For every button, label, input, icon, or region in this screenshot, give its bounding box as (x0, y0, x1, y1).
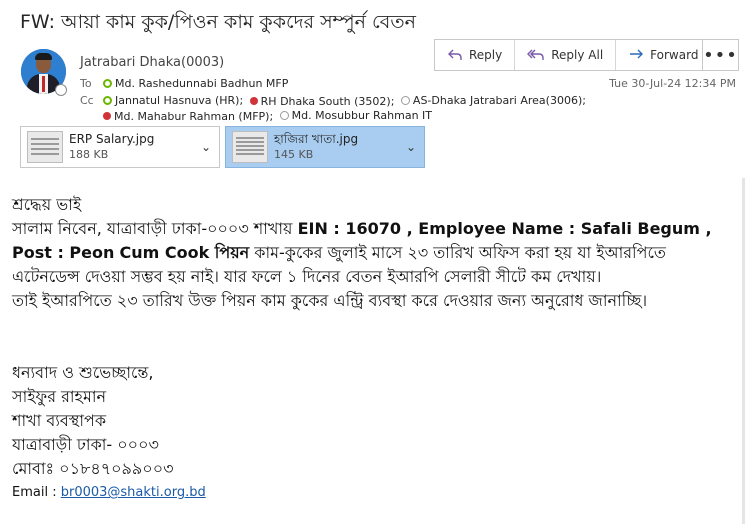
recipient[interactable]: AS-Dhaka Jatrabari Area(3006); (400, 94, 586, 107)
recipient[interactable]: RH Dhaka South (3502); (249, 95, 394, 108)
attachment-size: 145 KB (274, 148, 314, 161)
cc-recipients-line-1: Jannatul Hasnuva (HR); RH Dhaka South (3… (103, 94, 589, 108)
reply-all-icon (527, 49, 544, 60)
cc-recipients-line-2: Md. Mahabur Rahman (MFP); Md. Mosubbur R… (103, 109, 435, 123)
message-actions-toolbar: Reply Reply All Forward (434, 39, 712, 71)
presence-offline-icon (279, 111, 289, 120)
recipient[interactable]: Md. Rashedunnabi Badhun MFP (103, 77, 288, 90)
presence-available-icon (103, 96, 112, 105)
cc-label: Cc (80, 94, 94, 107)
forward-icon (630, 49, 644, 59)
attachment-size: 188 KB (69, 148, 109, 161)
presence-busy-icon (249, 97, 258, 105)
reply-icon (448, 49, 462, 60)
recipient[interactable]: Md. Mosubbur Rahman IT (279, 109, 432, 122)
signature-closing: ধন্যবাদ ও শুভেচ্ছান্তে, (12, 363, 154, 382)
presence-status-icon (55, 84, 67, 96)
recipient[interactable]: Md. Mahabur Rahman (MFP); (103, 110, 273, 123)
reply-button[interactable]: Reply (435, 40, 516, 70)
recipient[interactable]: Jannatul Hasnuva (HR); (103, 94, 243, 107)
email-link[interactable]: br0003@shakti.org.bd (61, 485, 206, 500)
sender-name[interactable]: Jatrabari Dhaka(0003) (80, 55, 224, 70)
sent-datetime: Tue 30-Jul-24 12:34 PM (609, 77, 736, 90)
to-recipients: Md. Rashedunnabi Badhun MFP (103, 77, 291, 91)
to-label: To (80, 77, 92, 90)
attachment-name: হাজিরা খাতা.jpg (274, 132, 359, 146)
signature-mobile: মোবাঃ ০১৮৪৭০৯৯০০৩ (12, 459, 174, 478)
forward-button[interactable]: Forward (616, 40, 710, 70)
more-actions-button[interactable]: ••• (702, 39, 739, 71)
chevron-down-icon[interactable]: ⌄ (201, 140, 211, 154)
email-subject: FW: আয়া কাম কুক/পিওন কাম কুকদের সম্পুর্… (20, 11, 416, 33)
image-thumbnail (27, 131, 63, 163)
body-paragraph-2: তাই ইআরপিতে ২৩ তারিখ উক্ত পিয়ন কাম কুকে… (12, 291, 648, 310)
signature-email: Email : br0003@shakti.org.bd (12, 485, 206, 500)
message-body: শ্রদ্ধেয় ভাই সালাম নিবেন, যাত্রাবাড়ী ঢ… (12, 193, 737, 505)
presence-available-icon (103, 79, 112, 88)
reply-all-button[interactable]: Reply All (515, 40, 617, 70)
presence-offline-icon (400, 96, 410, 105)
signature-designation: শাখা ব্যবস্থাপক (12, 411, 107, 430)
presence-busy-icon (103, 112, 111, 120)
image-thumbnail (232, 131, 268, 163)
signature-name: সাইফুর রাহমান (12, 387, 107, 406)
attachment-name: ERP Salary.jpg (69, 132, 155, 146)
signature-branch: যাত্রাবাড়ী ঢাকা- ০০০৩ (12, 435, 159, 454)
attachment-hajira-khata[interactable]: হাজিরা খাতা.jpg 145 KB ⌄ (225, 126, 425, 168)
attachment-erp-salary[interactable]: ERP Salary.jpg 188 KB ⌄ (20, 126, 220, 168)
chevron-down-icon[interactable]: ⌄ (406, 140, 416, 154)
body-paragraph-1: সালাম নিবেন, যাত্রাবাড়ী ঢাকা-০০০৩ শাখায… (12, 219, 712, 286)
greeting: শ্রদ্ধেয় ভাই (12, 195, 82, 214)
